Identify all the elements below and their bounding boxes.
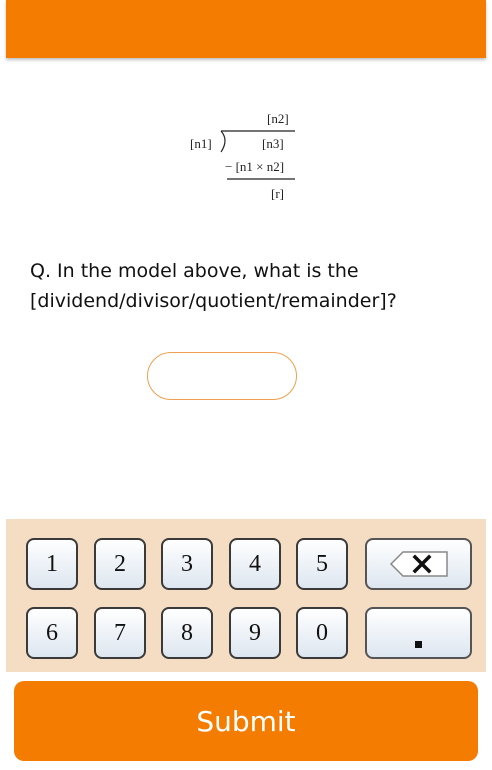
numeric-keypad: 1 2 3 4 5 6 7 8 9 0 [6,519,486,672]
question-line-2: [dividend/divisor/quotient/remainder]? [30,290,397,312]
division-bracket [220,130,295,180]
dot-icon [415,640,422,648]
backspace-x-icon [389,551,448,577]
key-0[interactable]: 0 [296,607,348,659]
key-5[interactable]: 5 [296,538,348,590]
key-6[interactable]: 6 [26,607,78,659]
backspace-button[interactable] [365,538,472,590]
long-division-model: [n2] [n1] [n3] − [n1 × n2] [r] [185,108,305,208]
key-7[interactable]: 7 [94,607,146,659]
key-9[interactable]: 9 [229,607,281,659]
question-line-1: Q. In the model above, what is the [30,260,359,282]
submit-button[interactable]: Submit [14,681,478,761]
key-8[interactable]: 8 [161,607,213,659]
key-3[interactable]: 3 [161,538,213,590]
key-2[interactable]: 2 [94,538,146,590]
question-text: Q. In the model above, what is the [divi… [30,256,470,316]
answer-input[interactable] [147,352,297,400]
decimal-point-button[interactable] [365,607,472,659]
key-1[interactable]: 1 [26,538,78,590]
key-4[interactable]: 4 [229,538,281,590]
top-bar [6,0,486,58]
